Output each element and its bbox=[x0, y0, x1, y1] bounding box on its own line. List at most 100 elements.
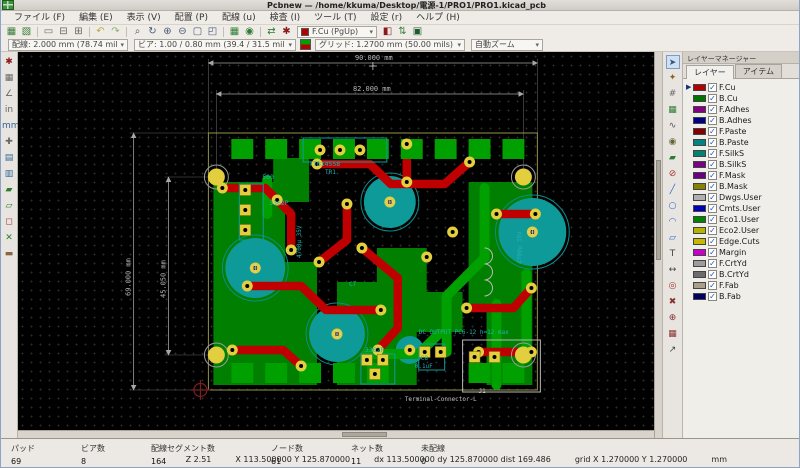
layer-color-swatch[interactable] bbox=[693, 249, 706, 256]
tab-layers[interactable]: レイヤー bbox=[686, 65, 734, 79]
layer-row-B.Fab[interactable]: ✓B.Fab bbox=[683, 291, 799, 302]
units-mm-icon[interactable]: mm bbox=[2, 119, 16, 133]
title-bar[interactable]: Pcbnew — /home/kkuma/Desktop/電源-1/PRO1/P… bbox=[1, 0, 799, 11]
highlight-net-icon[interactable]: ✦ bbox=[666, 71, 680, 85]
layer-visibility-checkbox[interactable]: ✓ bbox=[708, 83, 717, 92]
layer-row-Eco2.User[interactable]: ✓Eco2.User bbox=[683, 225, 799, 236]
select-tool[interactable]: ➤ bbox=[666, 55, 680, 69]
add-circle-icon[interactable]: ○ bbox=[666, 199, 680, 213]
footprint-viewer-icon[interactable]: ◉ bbox=[243, 26, 256, 38]
layer-color-swatch[interactable] bbox=[693, 161, 706, 168]
add-keepout-icon[interactable]: ⊘ bbox=[666, 167, 680, 181]
layer-visibility-checkbox[interactable]: ✓ bbox=[708, 116, 717, 125]
grid-toggle-icon[interactable]: ▦ bbox=[2, 71, 16, 85]
layer-visibility-checkbox[interactable]: ✓ bbox=[708, 182, 717, 191]
menu-ヘルプ[interactable]: ヘルプ (H) bbox=[409, 11, 467, 25]
layer-visibility-checkbox[interactable]: ✓ bbox=[708, 237, 717, 246]
via-size-select[interactable]: ビア: 1.00 / 0.80 mm (39.4 / 31.5 mils) * … bbox=[134, 39, 296, 51]
layer-row-B.SilkS[interactable]: ✓B.SilkS bbox=[683, 159, 799, 170]
layer-row-Dwgs.User[interactable]: ✓Dwgs.User bbox=[683, 192, 799, 203]
layer-row-Edge.Cuts[interactable]: ✓Edge.Cuts bbox=[683, 236, 799, 247]
layers-stack-icon[interactable]: ▬ bbox=[2, 247, 16, 261]
layer-row-F.Cu[interactable]: ▶✓F.Cu bbox=[683, 82, 799, 93]
measure-icon[interactable]: ↗ bbox=[666, 343, 680, 357]
layer-visibility-checkbox[interactable]: ✓ bbox=[708, 259, 717, 268]
horizontal-scrollbar[interactable] bbox=[18, 430, 654, 438]
menu-表示[interactable]: 表示 (V) bbox=[120, 11, 168, 25]
menu-編集[interactable]: 編集 (E) bbox=[72, 11, 120, 25]
page-settings-icon[interactable]: ▭ bbox=[42, 26, 55, 38]
ratsnest-icon[interactable]: ▤ bbox=[2, 151, 16, 165]
update-pcb-icon[interactable]: ⇄ bbox=[265, 26, 278, 38]
highcontrast-icon[interactable]: ◧ bbox=[381, 26, 394, 38]
drc-icon[interactable]: ✱ bbox=[2, 55, 16, 69]
layer-visibility-checkbox[interactable]: ✓ bbox=[708, 138, 717, 147]
pads-sketch-icon[interactable]: ◻ bbox=[2, 215, 16, 229]
layer-row-B.Mask[interactable]: ✓B.Mask bbox=[683, 181, 799, 192]
zoom-in-icon[interactable]: ⊕ bbox=[161, 26, 174, 38]
layer-row-F.SilkS[interactable]: ✓F.SilkS bbox=[683, 148, 799, 159]
menu-配置[interactable]: 配置 (P) bbox=[168, 11, 215, 25]
add-polygon-icon[interactable]: ▱ bbox=[666, 231, 680, 245]
layer-color-swatch[interactable] bbox=[693, 183, 706, 190]
layer-color-swatch[interactable] bbox=[693, 260, 706, 267]
layer-visibility-checkbox[interactable]: ✓ bbox=[708, 270, 717, 279]
layer-color-swatch[interactable] bbox=[693, 293, 706, 300]
find-icon[interactable]: ⌕ bbox=[131, 26, 144, 38]
layer-visibility-checkbox[interactable]: ✓ bbox=[708, 292, 717, 301]
grid-origin-icon[interactable]: ▦ bbox=[666, 327, 680, 341]
add-dimension-icon[interactable]: ↔ bbox=[666, 263, 680, 277]
layer-color-swatch[interactable] bbox=[693, 238, 706, 245]
layer-visibility-checkbox[interactable]: ✓ bbox=[708, 281, 717, 290]
layer-color-swatch[interactable] bbox=[693, 128, 706, 135]
track-width-select[interactable]: 配線: 2.000 mm (78.74 mils) * ▾ bbox=[8, 39, 128, 51]
layer-row-B.Adhes[interactable]: ✓B.Adhes bbox=[683, 115, 799, 126]
layer-row-F.Adhes[interactable]: ✓F.Adhes bbox=[683, 104, 799, 115]
layer-color-swatch[interactable] bbox=[693, 194, 706, 201]
undo-icon[interactable]: ↶ bbox=[94, 26, 107, 38]
new-board-icon[interactable]: ▦ bbox=[5, 26, 18, 38]
layer-visibility-checkbox[interactable]: ✓ bbox=[708, 105, 717, 114]
layer-color-swatch[interactable] bbox=[693, 271, 706, 278]
print-icon[interactable]: ⊟ bbox=[57, 26, 70, 38]
layer-pair-icon[interactable] bbox=[300, 39, 311, 50]
layer-row-Eco1.User[interactable]: ✓Eco1.User bbox=[683, 214, 799, 225]
layer-row-F.Paste[interactable]: ✓F.Paste bbox=[683, 126, 799, 137]
layer-color-swatch[interactable] bbox=[693, 216, 706, 223]
layer-visibility-checkbox[interactable]: ✓ bbox=[708, 248, 717, 257]
add-via-icon[interactable]: ◉ bbox=[666, 135, 680, 149]
layer-visibility-checkbox[interactable]: ✓ bbox=[708, 193, 717, 202]
3d-viewer-icon[interactable]: ▣ bbox=[411, 26, 424, 38]
layer-color-swatch[interactable] bbox=[693, 282, 706, 289]
zone-fill-icon[interactable]: ▰ bbox=[2, 183, 16, 197]
menu-配線[interactable]: 配線 (u) bbox=[215, 11, 263, 25]
menu-ツール[interactable]: ツール (T) bbox=[307, 11, 363, 25]
zone-outline-icon[interactable]: ▱ bbox=[2, 199, 16, 213]
add-line-icon[interactable]: ╱ bbox=[666, 183, 680, 197]
layer-row-B.Paste[interactable]: ✓B.Paste bbox=[683, 137, 799, 148]
zoom-selection-icon[interactable]: ◰ bbox=[206, 26, 219, 38]
layer-visibility-checkbox[interactable]: ✓ bbox=[708, 149, 717, 158]
redo-icon[interactable]: ↷ bbox=[109, 26, 122, 38]
tracks-sketch-icon[interactable]: ✕ bbox=[2, 231, 16, 245]
plugin-icon[interactable]: ✱ bbox=[280, 26, 293, 38]
layer-row-Cmts.User[interactable]: ✓Cmts.User bbox=[683, 203, 799, 214]
tab-items[interactable]: アイテム bbox=[735, 64, 782, 78]
cursor-shape-icon[interactable]: ✚ bbox=[2, 135, 16, 149]
layer-color-swatch[interactable] bbox=[693, 172, 706, 179]
delete-icon[interactable]: ✖ bbox=[666, 295, 680, 309]
layer-visibility-checkbox[interactable]: ✓ bbox=[708, 94, 717, 103]
layer-row-B.Cu[interactable]: ✓B.Cu bbox=[683, 93, 799, 104]
layer-visibility-checkbox[interactable]: ✓ bbox=[708, 226, 717, 235]
add-footprint-icon[interactable]: ▦ bbox=[666, 103, 680, 117]
layer-color-swatch[interactable] bbox=[693, 139, 706, 146]
layer-row-F.Mask[interactable]: ✓F.Mask bbox=[683, 170, 799, 181]
drill-origin-icon[interactable]: ⊕ bbox=[666, 311, 680, 325]
zoom-fit-icon[interactable]: ▢ bbox=[191, 26, 204, 38]
ratsnest-local-icon[interactable]: ▥ bbox=[2, 167, 16, 181]
layer-color-swatch[interactable] bbox=[693, 150, 706, 157]
horizontal-scrollbar-thumb[interactable] bbox=[342, 432, 387, 437]
layer-visibility-checkbox[interactable]: ✓ bbox=[708, 204, 717, 213]
footprint-editor-icon[interactable]: ▦ bbox=[228, 26, 241, 38]
layer-visibility-checkbox[interactable]: ✓ bbox=[708, 160, 717, 169]
